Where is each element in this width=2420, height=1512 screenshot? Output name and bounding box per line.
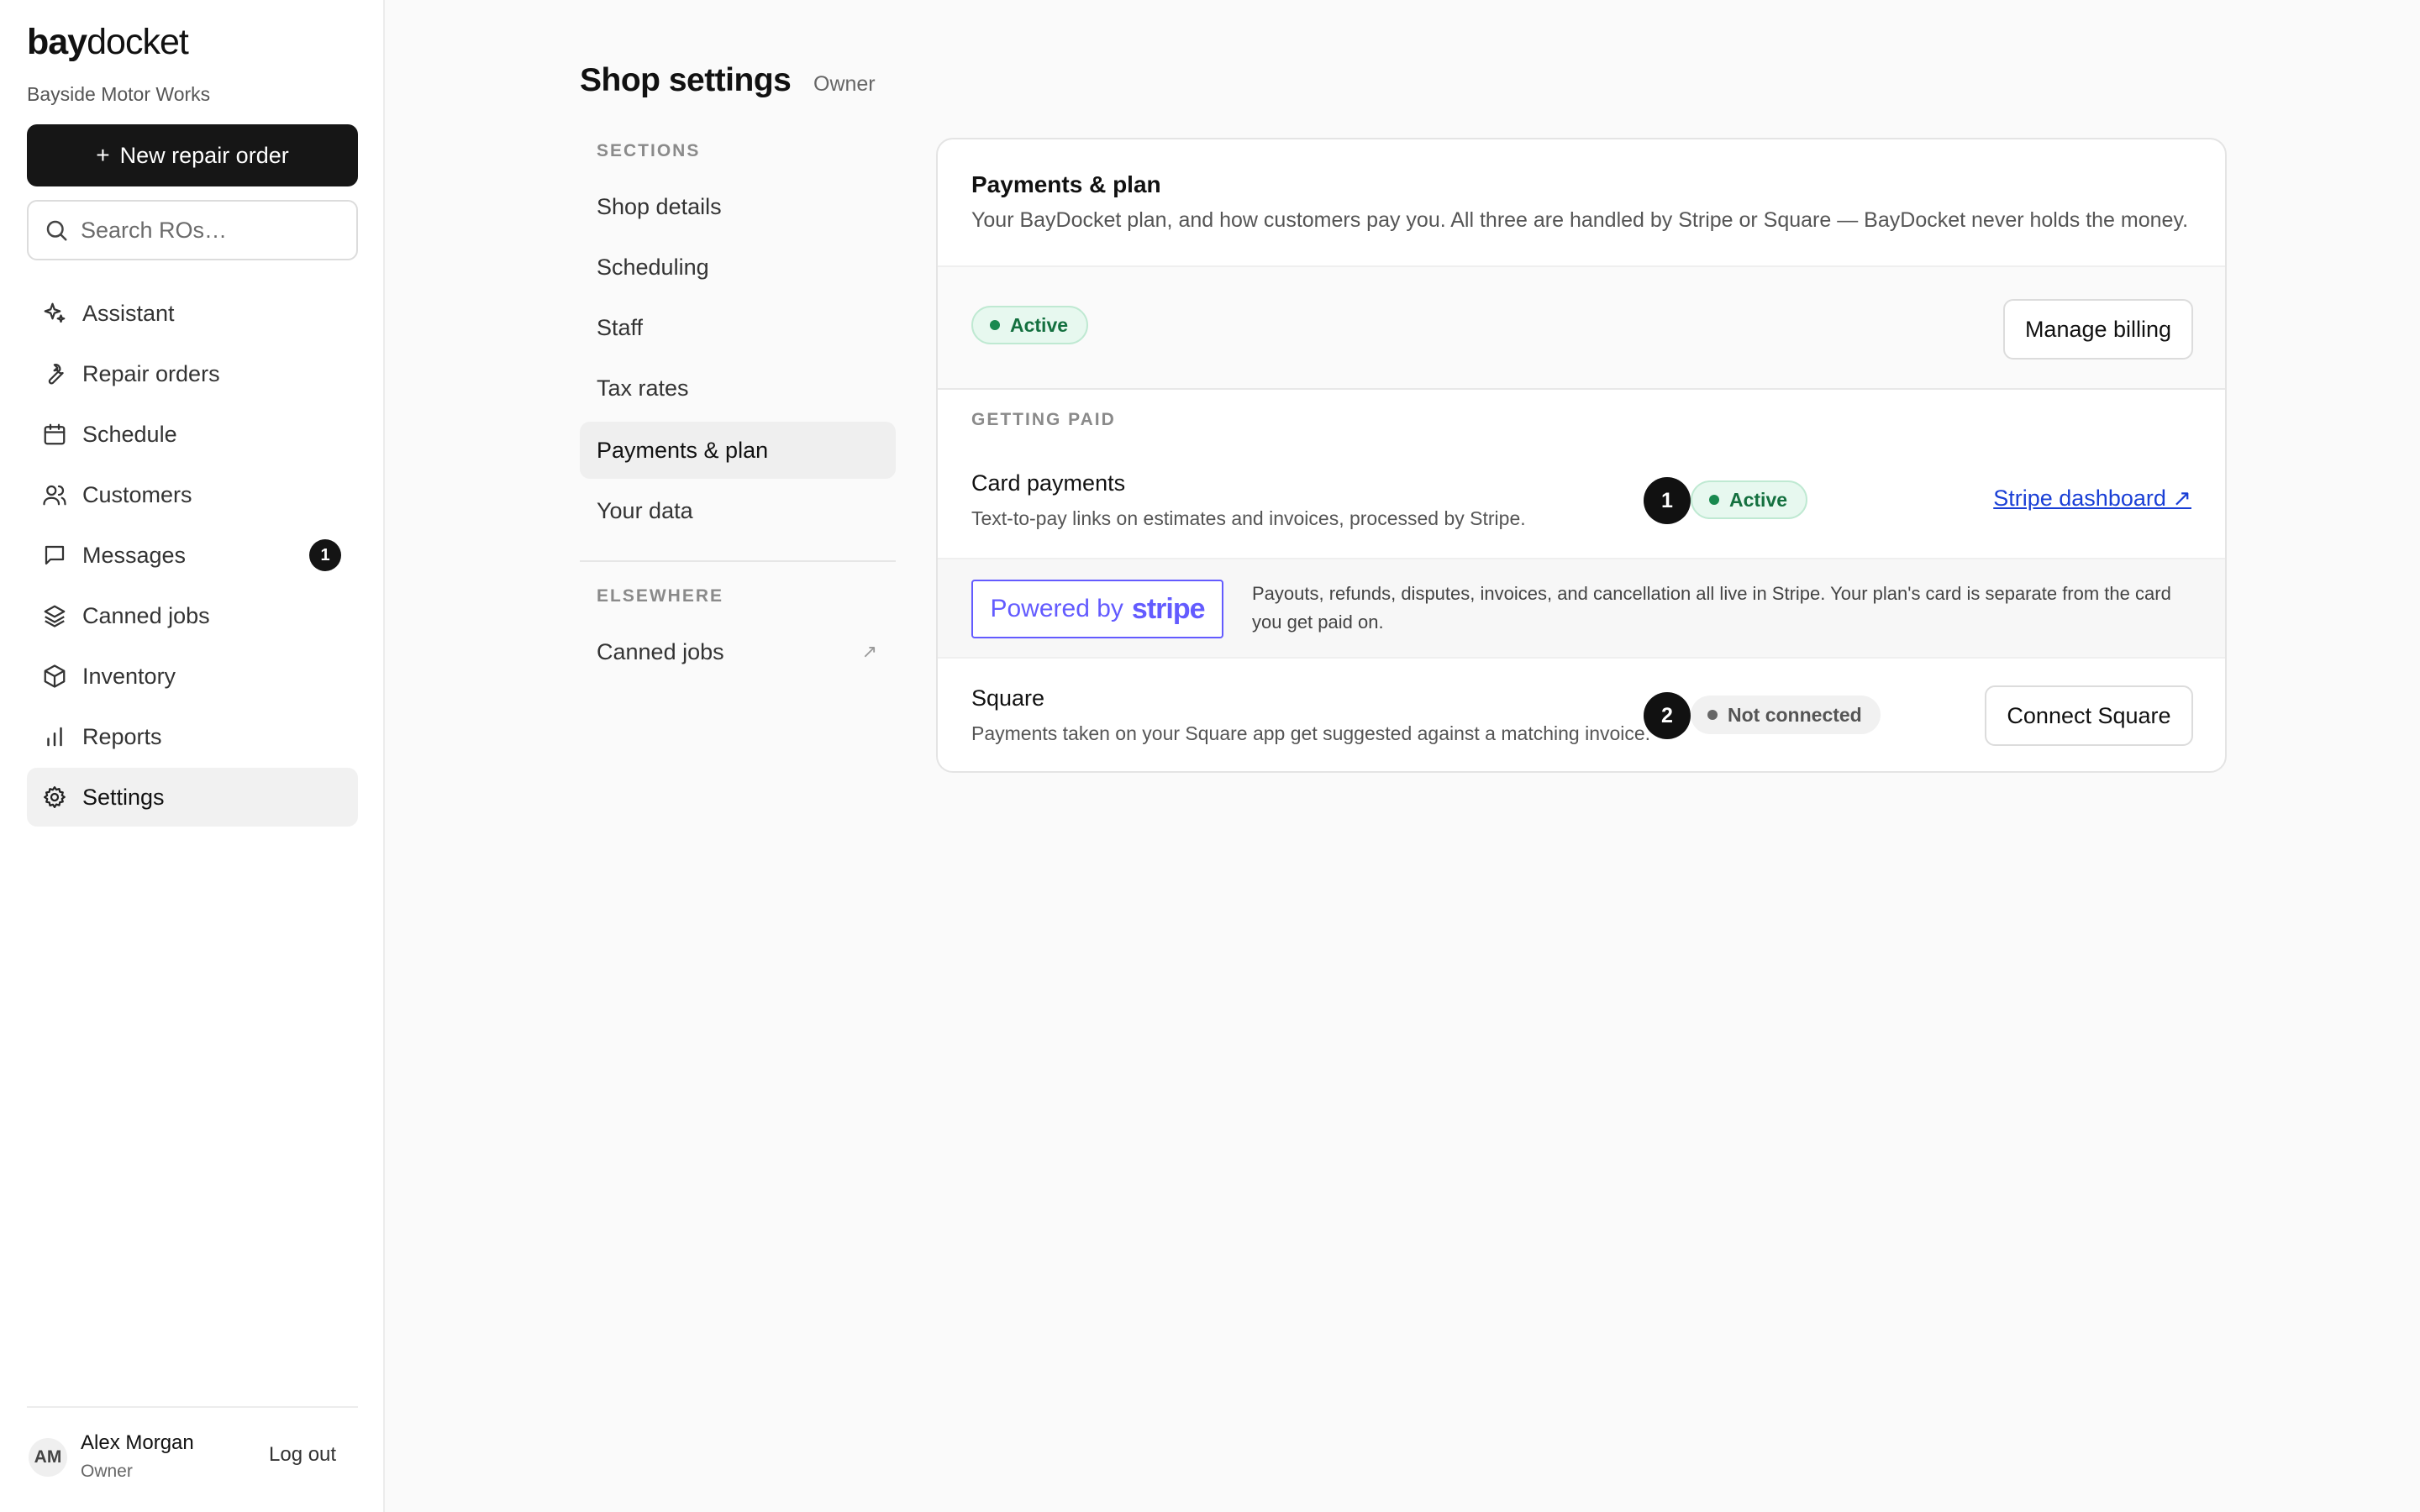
nav-item-schedule[interactable]: Schedule — [27, 405, 358, 464]
nav-item-assistant[interactable]: Assistant — [27, 284, 358, 343]
shop-name: Bayside Motor Works — [27, 83, 211, 105]
nav-label: Canned jobs — [82, 602, 210, 628]
nav-label: Settings — [82, 784, 165, 810]
nav-label: Schedule — [82, 421, 177, 447]
nav-item-settings[interactable]: Settings — [27, 768, 358, 827]
getting-paid-label: GETTING PAID — [971, 410, 1116, 429]
section-shop-details[interactable]: Shop details — [580, 178, 896, 235]
sparkle-icon — [44, 302, 66, 323]
users-icon — [43, 485, 66, 506]
stripe-dashboard-link[interactable]: Stripe dashboard ↗ — [1993, 486, 2191, 512]
card-payments-subtitle: Text-to-pay links on estimates and invoi… — [971, 507, 1526, 529]
stripe-info-band: Powered by stripe Payouts, refunds, disp… — [938, 558, 2225, 659]
calendar-icon — [44, 423, 66, 445]
nav-label: Customers — [82, 481, 192, 507]
gear-icon — [44, 786, 66, 808]
avatar[interactable]: AM — [29, 1438, 67, 1477]
section-tax-rates[interactable]: Tax rates — [580, 360, 896, 417]
nav-item-reports[interactable]: Reports — [27, 707, 358, 766]
nav-label: Messages — [82, 542, 187, 568]
card-title: Payments & plan — [971, 171, 1161, 197]
card-payments-status-text: Active — [1729, 488, 1788, 511]
page-role-label: Owner — [813, 72, 876, 96]
elsewhere-label: ELSEWHERE — [597, 586, 724, 606]
box-icon — [44, 664, 66, 688]
nav-label: Assistant — [82, 300, 175, 326]
status-dot-icon — [990, 320, 1000, 330]
logo[interactable]: baydocket — [27, 22, 189, 63]
nav-item-repair-orders[interactable]: Repair orders — [27, 344, 358, 403]
stripe-wordmark: stripe — [1131, 592, 1206, 625]
layers-icon — [44, 605, 66, 627]
powered-by-text: Powered by — [990, 595, 1123, 622]
wrench-icon — [48, 364, 64, 385]
card-payments-status-badge: Active — [1691, 480, 1808, 519]
nav-item-customers[interactable]: Customers — [27, 465, 358, 524]
page-title: Shop settings — [580, 62, 792, 98]
step-marker-1: 1 — [1644, 477, 1691, 524]
sections-label: SECTIONS — [597, 141, 701, 160]
status-dot-icon — [1707, 710, 1718, 720]
stripe-note: Payouts, refunds, disputes, invoices, an… — [1252, 583, 2171, 633]
nav-label: Inventory — [82, 663, 176, 689]
search-box[interactable] — [27, 200, 358, 260]
search-input[interactable] — [81, 217, 350, 244]
sidebar: baydocket Bayside Motor Works + New repa… — [0, 0, 385, 1512]
payments-plan-card: Payments & plan Your BayDocket plan, and… — [936, 138, 2227, 773]
external-link-icon: ↗ — [861, 641, 877, 662]
user-role: Owner — [81, 1462, 133, 1481]
manage-billing-button[interactable]: Manage billing — [2003, 299, 2193, 360]
elsewhere-canned-jobs-label: Canned jobs — [597, 638, 724, 664]
new-repair-order-label: New repair order — [119, 142, 289, 168]
nav-item-messages[interactable]: Messages 1 — [27, 526, 358, 585]
section-scheduling[interactable]: Scheduling — [580, 239, 896, 296]
card-payments-title: Card payments — [971, 470, 1126, 496]
plan-status-text: Active — [1010, 313, 1069, 336]
nav-label: Repair orders — [82, 360, 220, 386]
square-status-badge: Not connected — [1691, 696, 1881, 734]
elsewhere-canned-jobs[interactable]: Canned jobs ↗ — [580, 623, 896, 680]
status-dot-icon — [1709, 495, 1719, 505]
square-subtitle: Payments taken on your Square app get su… — [971, 722, 1651, 744]
section-payments-plan[interactable]: Payments & plan — [580, 422, 896, 479]
bar-chart-icon — [47, 727, 62, 747]
message-icon — [45, 545, 65, 565]
nav-label: Reports — [82, 723, 162, 749]
search-icon — [46, 220, 67, 241]
section-your-data[interactable]: Your data — [580, 482, 896, 539]
unread-badge: 1 — [309, 539, 341, 571]
step-marker-2: 2 — [1644, 692, 1691, 739]
section-staff[interactable]: Staff — [580, 299, 896, 356]
nav-item-canned-jobs[interactable]: Canned jobs — [27, 586, 358, 645]
connect-square-button[interactable]: Connect Square — [1985, 685, 2193, 746]
logout-button[interactable]: Log out — [269, 1443, 336, 1467]
square-title: Square — [971, 685, 1045, 711]
card-description: Your BayDocket plan, and how customers p… — [971, 208, 2189, 232]
nav-item-inventory[interactable]: Inventory — [27, 647, 358, 706]
sidebar-divider — [27, 1406, 358, 1408]
plus-icon: + — [96, 142, 110, 168]
sections-divider — [580, 560, 896, 562]
plan-status-badge: Active — [971, 306, 1089, 344]
square-status-text: Not connected — [1728, 703, 1862, 726]
user-name: Alex Morgan — [81, 1431, 194, 1454]
new-repair-order-button[interactable]: + New repair order — [27, 124, 358, 186]
powered-by-stripe-badge[interactable]: Powered by stripe — [971, 580, 1223, 638]
plan-status-band: Active Manage billing — [938, 265, 2225, 390]
main-nav: Assistant Repair orders Schedule Custome… — [27, 284, 358, 828]
